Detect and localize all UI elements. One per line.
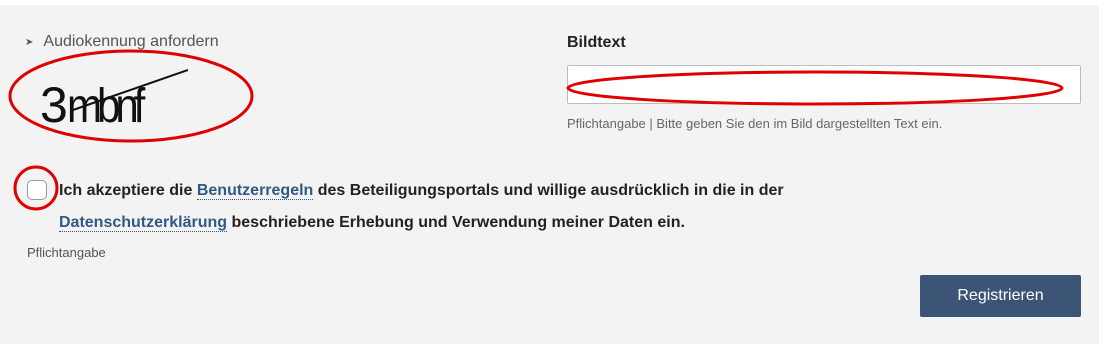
- captcha-image: 3 mbnf: [40, 69, 188, 130]
- audio-captcha-link[interactable]: ➤ Audiokennung anfordern: [25, 33, 219, 51]
- privacy-policy-link[interactable]: Datenschutzerklärung: [59, 214, 228, 232]
- consent-text-part: des Beteiligungsportals und willige ausd…: [313, 182, 784, 199]
- consent-checkbox[interactable]: [27, 180, 47, 200]
- image-text-hint: Pflichtangabe | Bitte geben Sie den im B…: [567, 116, 943, 131]
- image-text-input[interactable]: [567, 65, 1081, 104]
- svg-text:3: 3: [40, 77, 66, 130]
- consent-text-part: beschriebene Erhebung und Verwendung mei…: [227, 214, 685, 231]
- terms-link[interactable]: Benutzerregeln: [196, 182, 314, 200]
- required-note: Pflichtangabe: [27, 245, 106, 260]
- svg-text:mbnf: mbnf: [67, 78, 146, 130]
- register-button[interactable]: Registrieren: [920, 275, 1081, 317]
- chevron-right-icon: ➤: [25, 36, 34, 48]
- consent-text: Ich akzeptiere die Benutzerregeln des Be…: [59, 175, 939, 239]
- consent-text-part: Ich akzeptiere die: [59, 182, 197, 199]
- image-text-label: Bildtext: [567, 34, 626, 51]
- audio-captcha-link-label: Audiokennung anfordern: [43, 33, 219, 50]
